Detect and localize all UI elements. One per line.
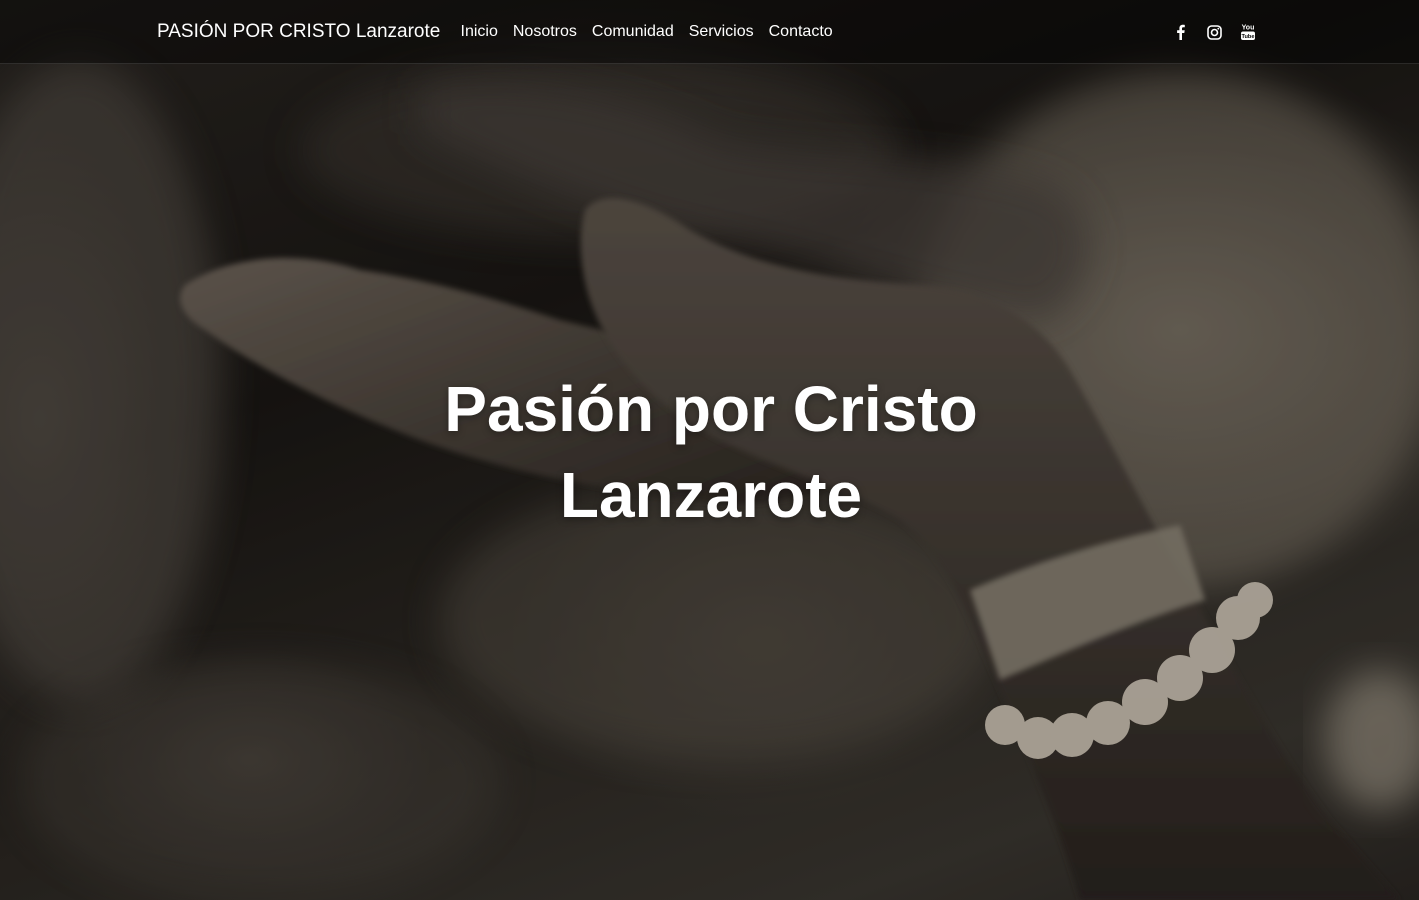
facebook-link[interactable] [1166,18,1194,46]
nav-item: Servicios [681,19,761,45]
hero-title-line-1: Pasión por Cristo [444,373,978,445]
nav-item: Nosotros [505,19,584,45]
nav-link-servicios[interactable]: Servicios [681,19,761,45]
nav-item: Inicio [453,19,505,45]
nav-menu: Inicio Nosotros Comunidad Servicios Cont… [453,19,840,45]
nav-link-comunidad[interactable]: Comunidad [584,19,681,45]
youtube-icon-word-tube: Tube [1242,34,1255,40]
nav-link-nosotros[interactable]: Nosotros [505,19,584,45]
instagram-link[interactable] [1200,18,1228,46]
nav-item: Contacto [761,19,840,45]
youtube-icon-word-you: You [1242,25,1255,32]
youtube-icon: You Tube [1241,25,1255,40]
facebook-icon [1176,24,1185,40]
top-navbar: PASIÓN POR CRISTO Lanzarote Inicio Nosot… [0,0,1419,64]
nav-link-contacto[interactable]: Contacto [761,19,840,45]
nav-link-inicio[interactable]: Inicio [453,19,505,45]
social-links: You Tube [1166,18,1268,46]
instagram-icon [1206,24,1222,40]
brand-link[interactable]: PASIÓN POR CRISTO Lanzarote [157,19,440,45]
nav-item: Comunidad [584,19,681,45]
youtube-link[interactable]: You Tube [1234,18,1262,46]
page: PASIÓN POR CRISTO Lanzarote Inicio Nosot… [0,0,1419,900]
hero-title-line-2: Lanzarote [559,459,863,531]
hero-title: Pasión por Cristo Lanzarote [0,366,1419,538]
